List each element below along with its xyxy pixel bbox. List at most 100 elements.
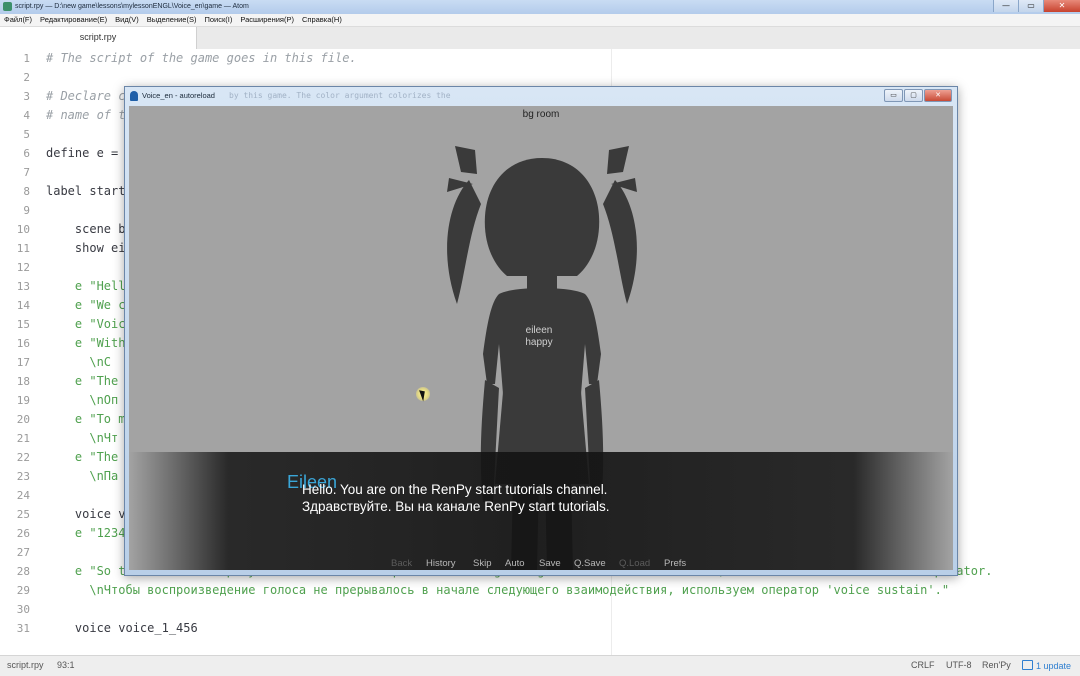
code-text: e "The: [46, 450, 126, 464]
quick-skip-button[interactable]: Skip: [473, 558, 491, 569]
code-text: e "With: [46, 336, 126, 350]
status-line-ending[interactable]: CRLF: [911, 660, 935, 670]
line-number: 30: [16, 603, 30, 616]
window-title: script.rpy — D:\new game\lessons\mylesso…: [15, 3, 249, 10]
line-number: 26: [16, 527, 30, 540]
line-number: 25: [16, 508, 30, 521]
code-text: e "To m: [46, 412, 126, 426]
line-number: 21: [16, 432, 30, 445]
code-text: e "The: [46, 374, 126, 388]
tab-label: script.rpy: [79, 32, 117, 42]
game-viewport[interactable]: bg room eileen happy Eileen Hello. You a…: [129, 106, 953, 570]
quick-auto-button[interactable]: Auto: [505, 558, 525, 569]
quick-qload-button[interactable]: Q.Load: [619, 558, 650, 569]
code-line: 31 voice voice_1_456: [0, 619, 1080, 638]
menu-help[interactable]: Справка(H): [298, 14, 346, 26]
code-text: \nОп: [46, 393, 119, 407]
line-number: 20: [16, 413, 30, 426]
line-number: 15: [16, 318, 30, 331]
status-bar: script.rpy 93:1 CRLF UTF-8 Ren'Py 1 upda…: [0, 655, 1080, 676]
atom-app-icon: [3, 2, 12, 11]
game-window-titlebar[interactable]: Voice_en - autoreload by this game. The …: [125, 87, 957, 105]
code-text: e "Voic: [46, 317, 126, 331]
line-number: 10: [16, 223, 30, 236]
minimize-button[interactable]: —: [993, 0, 1018, 12]
package-update-icon: [1022, 660, 1033, 670]
status-file-name[interactable]: script.rpy: [7, 660, 44, 670]
status-updates-label: 1 update: [1036, 661, 1072, 671]
menu-file[interactable]: Файл(F): [0, 14, 36, 26]
line-number: 8: [23, 185, 30, 198]
quick-back-button[interactable]: Back: [391, 558, 412, 569]
menu-edit[interactable]: Редактирование(E): [36, 14, 111, 26]
code-text: show ei: [46, 241, 126, 255]
line-number: 24: [16, 489, 30, 502]
menu-find[interactable]: Поиск(I): [200, 14, 236, 26]
status-updates[interactable]: 1 update: [1022, 660, 1071, 671]
dialogue-line-english: Hello. You are on the RenPy start tutori…: [302, 482, 608, 497]
menu-view[interactable]: Вид(V): [111, 14, 143, 26]
line-number: 3: [23, 90, 30, 103]
background-placeholder-label: bg room: [522, 109, 560, 120]
sprite-name-label: eileen: [525, 325, 553, 336]
line-number: 12: [16, 261, 30, 274]
quick-prefs-button[interactable]: Prefs: [664, 558, 686, 569]
line-number: 31: [16, 622, 30, 635]
maximize-button[interactable]: ▭: [1018, 0, 1043, 12]
line-number: 22: [16, 451, 30, 464]
line-number: 23: [16, 470, 30, 483]
quick-qsave-button[interactable]: Q.Save: [574, 558, 606, 569]
code-text: \nЧтобы воспроизведение голоса не прерыв…: [46, 583, 950, 597]
line-number: 9: [23, 204, 30, 217]
game-close-button[interactable]: ✕: [924, 89, 952, 102]
menu-packages[interactable]: Расширения(P): [236, 14, 298, 26]
code-line: 1 # The script of the game goes in this f…: [0, 49, 1080, 68]
tab-script-rpy[interactable]: script.rpy: [0, 27, 197, 49]
line-number: 14: [16, 299, 30, 312]
code-text: e "Hell: [46, 279, 126, 293]
line-number: 18: [16, 375, 30, 388]
line-number: 16: [16, 337, 30, 350]
line-number: 28: [16, 565, 30, 578]
status-encoding[interactable]: UTF-8: [946, 660, 972, 670]
game-maximize-button[interactable]: ▢: [904, 89, 923, 102]
code-text: # Declare c: [46, 89, 126, 103]
status-cursor-position[interactable]: 93:1: [57, 660, 75, 670]
background-code-text: by this game. The color argument coloriz…: [229, 91, 451, 100]
code-line: 30: [0, 600, 1080, 619]
code-text: e "We c: [46, 298, 126, 312]
quick-save-button[interactable]: Save: [539, 558, 561, 569]
game-window[interactable]: Voice_en - autoreload by this game. The …: [124, 86, 958, 576]
renpy-app-icon: [130, 91, 138, 101]
tab-bar: script.rpy: [0, 27, 1080, 50]
code-text: # name of t: [46, 108, 126, 122]
code-text: # The script of the game goes in this fi…: [46, 51, 357, 65]
code-text: \nЧт: [46, 431, 119, 445]
dialogue-line-russian: Здравствуйте. Вы на канале RenPy start t…: [302, 499, 610, 514]
code-text: voice v: [46, 507, 126, 521]
line-number: 6: [23, 147, 30, 160]
code-text: \nС: [46, 355, 119, 369]
menu-selection[interactable]: Выделение(S): [143, 14, 201, 26]
close-button[interactable]: ✕: [1043, 0, 1080, 12]
line-number: 11: [16, 242, 30, 255]
line-number: 7: [23, 166, 30, 179]
code-line: 29 \nЧтобы воспроизведение голоса не пре…: [0, 581, 1080, 600]
line-number: 29: [16, 584, 30, 597]
status-grammar[interactable]: Ren'Py: [982, 660, 1011, 670]
line-number: 5: [23, 128, 30, 141]
line-number: 1: [23, 52, 30, 65]
code-text: label start: [46, 184, 126, 198]
window-controls: — ▭ ✕: [993, 0, 1080, 12]
line-number: 13: [16, 280, 30, 293]
code-text: e "1234: [46, 526, 126, 540]
line-number: 4: [23, 109, 30, 122]
code-line: 2: [0, 68, 1080, 87]
window-titlebar: script.rpy — D:\new game\lessons\mylesso…: [0, 0, 1080, 15]
line-number: 19: [16, 394, 30, 407]
game-minimize-button[interactable]: ▭: [884, 89, 903, 102]
menubar: Файл(F) Редактирование(E) Вид(V) Выделен…: [0, 14, 1080, 27]
line-number: 17: [16, 356, 30, 369]
quick-history-button[interactable]: History: [426, 558, 456, 569]
game-window-title: Voice_en - autoreload: [142, 91, 215, 100]
